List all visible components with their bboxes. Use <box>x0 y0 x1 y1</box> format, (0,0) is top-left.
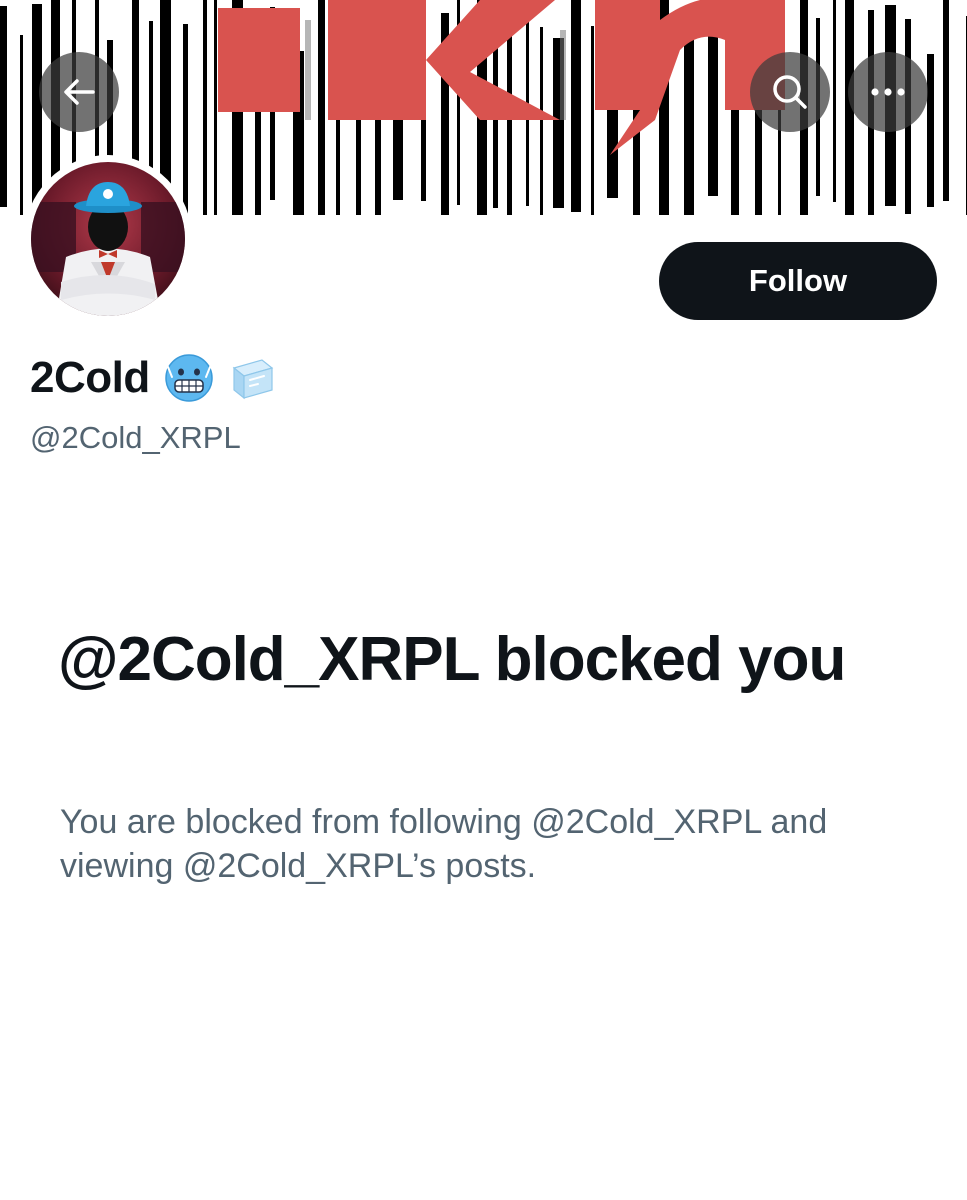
search-icon <box>773 75 807 109</box>
arrow-left-icon <box>64 79 95 105</box>
display-name-row: 2Cold <box>30 348 276 408</box>
avatar-image <box>31 162 185 316</box>
cold-face-emoji-icon <box>164 354 213 402</box>
blocked-title: @2Cold_XRPL blocked you <box>58 625 846 694</box>
profile-handle: @2Cold_XRPL <box>30 420 241 455</box>
more-horizontal-icon <box>871 88 905 96</box>
back-button[interactable] <box>39 52 119 132</box>
profile-avatar[interactable] <box>24 155 192 323</box>
blocked-description: You are blocked from following @2Cold_XR… <box>60 803 828 885</box>
more-options-button[interactable] <box>848 52 928 132</box>
display-name: 2Cold <box>30 353 150 402</box>
ice-cube-emoji-icon <box>232 359 274 400</box>
search-button[interactable] <box>750 52 830 132</box>
follow-button[interactable]: Follow <box>659 242 937 320</box>
